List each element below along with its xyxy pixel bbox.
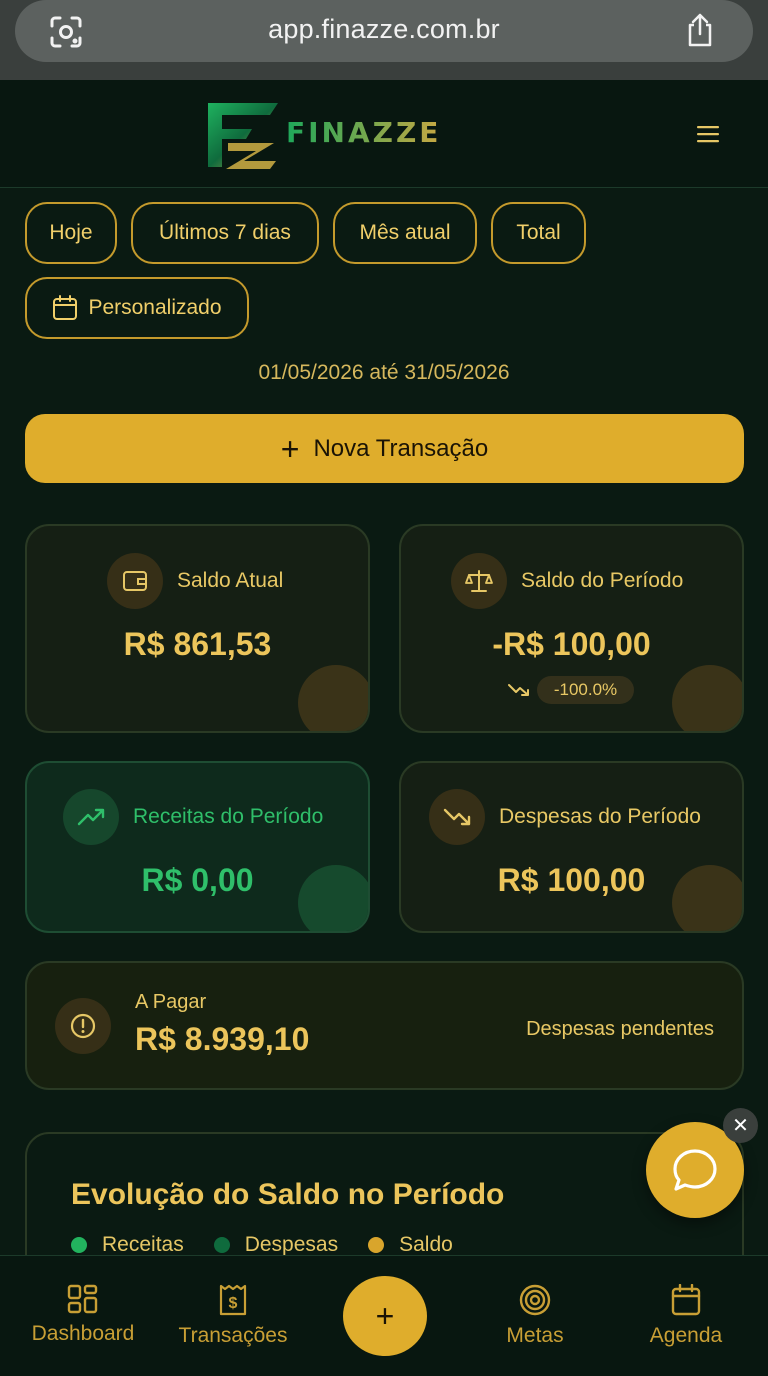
wallet-icon — [107, 553, 163, 609]
nav-label: Agenda — [649, 1324, 723, 1347]
finazze-logo-icon — [208, 103, 278, 169]
calendar-icon — [53, 295, 78, 320]
new-transaction-label: Nova Transação — [313, 434, 489, 462]
chat-bubble-icon — [673, 1149, 717, 1191]
receipt-dollar-icon: $ — [219, 1284, 247, 1316]
scale-icon — [451, 553, 507, 609]
new-transaction-button[interactable]: + Nova Transação — [25, 414, 744, 483]
close-chat-icon[interactable]: ✕ — [723, 1108, 758, 1143]
legend-dot — [213, 1237, 230, 1253]
address-bar[interactable]: app.finazze.com.br — [15, 0, 753, 62]
legend-label: Receitas — [102, 1233, 184, 1256]
date-range: 01/05/2026 até 31/05/2026 — [258, 361, 510, 384]
filter-today[interactable]: Hoje — [25, 202, 117, 264]
legend-item-receitas[interactable]: Receitas — [71, 1233, 184, 1257]
card-value: -R$ 100,00 — [492, 626, 651, 662]
card-value: R$ 0,00 — [141, 862, 254, 898]
legend-dot — [71, 1237, 87, 1253]
svg-text:$: $ — [229, 1295, 238, 1312]
plus-icon: + — [375, 1297, 395, 1334]
card-despesas[interactable]: Despesas do Período R$ 100,00 — [399, 761, 744, 933]
filter-total[interactable]: Total — [491, 202, 586, 264]
url-text[interactable]: app.finazze.com.br — [15, 14, 753, 45]
card-value: R$ 100,00 — [497, 862, 646, 898]
legend-item-saldo[interactable]: Saldo — [368, 1233, 453, 1257]
card-title: Saldo do Período — [521, 569, 684, 592]
nav-dashboard[interactable]: Dashboard — [8, 1256, 158, 1376]
calendar-icon — [671, 1284, 701, 1316]
card-value: R$ 861,53 — [123, 626, 272, 662]
filter-custom-label: Personalizado — [88, 296, 222, 319]
percent-change-badge: -100.0% — [537, 676, 634, 704]
card-decoration — [672, 665, 742, 731]
nav-agenda[interactable]: Agenda — [611, 1256, 761, 1376]
trending-down-icon — [429, 789, 485, 845]
trending-up-icon — [63, 789, 119, 845]
plus-icon: + — [280, 430, 300, 467]
card-title: Despesas do Período — [499, 805, 701, 828]
browser-toolbar: app.finazze.com.br — [0, 0, 768, 80]
dashboard-icon — [67, 1284, 98, 1314]
legend-label: Despesas — [244, 1233, 339, 1256]
chart-legend: Receitas Despesas Saldo — [71, 1233, 483, 1257]
brand-name: FINAZZE — [286, 116, 442, 149]
card-a-pagar[interactable]: A Pagar R$ 8.939,10 Despesas pendentes — [25, 961, 744, 1090]
app-header: FINAZZE — [0, 80, 768, 188]
alert-circle-icon — [55, 998, 111, 1054]
filter-current-month[interactable]: Mês atual — [333, 202, 477, 264]
filter-custom[interactable]: Personalizado — [25, 277, 249, 339]
card-saldo-atual[interactable]: Saldo Atual R$ 861,53 — [25, 524, 370, 733]
target-icon — [519, 1284, 551, 1316]
nav-transacoes[interactable]: $ Transações — [158, 1256, 308, 1376]
card-title: Receitas do Período — [133, 805, 324, 828]
trending-down-icon — [508, 684, 529, 696]
card-receitas[interactable]: Receitas do Período R$ 0,00 — [25, 761, 370, 933]
card-title: Saldo Atual — [177, 569, 284, 592]
nav-label: Metas — [506, 1324, 564, 1347]
legend-label: Saldo — [399, 1233, 453, 1256]
nav-label: Transações — [178, 1324, 288, 1347]
add-transaction-fab[interactable]: + — [343, 1276, 427, 1356]
pay-label: A Pagar — [135, 991, 207, 1013]
chart-title: Evolução do Saldo no Período — [71, 1178, 505, 1211]
pay-note: Despesas pendentes — [526, 1018, 714, 1040]
nav-label: Dashboard — [31, 1322, 135, 1345]
hamburger-menu-icon[interactable] — [696, 124, 720, 144]
share-icon[interactable] — [683, 12, 717, 48]
filter-last-7-days[interactable]: Últimos 7 dias — [131, 202, 319, 264]
legend-item-despesas[interactable]: Despesas — [213, 1233, 339, 1257]
nav-metas[interactable]: Metas — [460, 1256, 610, 1376]
legend-dot — [368, 1237, 385, 1253]
card-decoration — [298, 665, 368, 731]
pay-value: R$ 8.939,10 — [135, 1021, 310, 1057]
